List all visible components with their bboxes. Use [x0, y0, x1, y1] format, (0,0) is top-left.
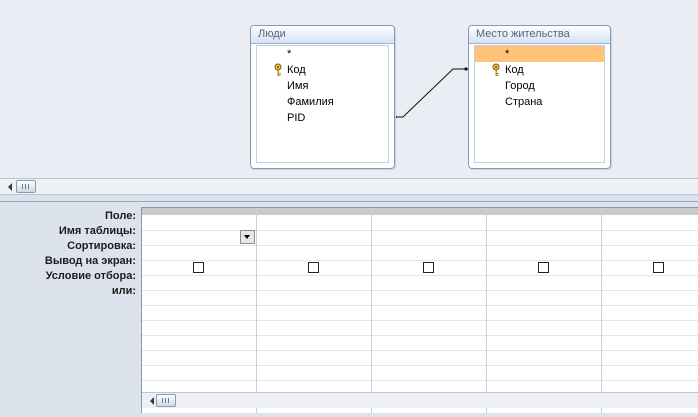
column-selector-bar[interactable]	[142, 208, 698, 215]
row-label-criteria: Условие отбора:	[45, 270, 136, 282]
field-label: Имя	[287, 80, 309, 92]
field-residence-code[interactable]: Код	[475, 62, 604, 78]
table-residence-fields: * Код Город Страна	[474, 45, 605, 163]
field-label: Фамилия	[287, 96, 334, 108]
query-design-grid-pane: Поле: Имя таблицы: Сортировка: Вывод на …	[0, 202, 698, 417]
show-checkbox-col5[interactable]	[653, 262, 664, 273]
scroll-left-arrow-icon[interactable]	[8, 183, 12, 191]
show-checkbox-col2[interactable]	[308, 262, 319, 273]
field-residence-country[interactable]: Страна	[475, 94, 604, 110]
field-label: *	[505, 48, 510, 60]
scrollbar-thumb[interactable]	[16, 180, 36, 193]
table-people-fields: * Код Имя Фамилия PID	[256, 45, 389, 163]
field-residence-city[interactable]: Город	[475, 78, 604, 94]
grid-row-labels: Поле: Имя таблицы: Сортировка: Вывод на …	[0, 209, 136, 299]
field-label: Город	[505, 80, 535, 92]
row-label-or: или:	[111, 285, 136, 297]
scroll-left-arrow-icon[interactable]	[150, 397, 154, 405]
row-label-sort: Сортировка:	[67, 240, 136, 252]
table-residence-title[interactable]: Место жительства	[469, 26, 610, 44]
field-label: Страна	[505, 96, 543, 108]
field-people-code[interactable]: Код	[257, 62, 388, 78]
query-diagram-pane[interactable]: Люди * Код Имя Фамилия PID Место жительс…	[0, 0, 698, 178]
scrollbar-thumb[interactable]	[156, 394, 176, 407]
query-grid[interactable]	[141, 207, 698, 413]
table-residence[interactable]: Место жительства * Код Город Страна	[468, 25, 611, 169]
table-people-title[interactable]: Люди	[251, 26, 394, 44]
show-checkbox-col3[interactable]	[423, 262, 434, 273]
pane-splitter[interactable]	[0, 195, 698, 202]
field-residence-all[interactable]: *	[475, 46, 604, 62]
diagram-horizontal-scrollbar[interactable]	[0, 178, 698, 195]
field-people-pid[interactable]: PID	[257, 110, 388, 126]
show-checkbox-col4[interactable]	[538, 262, 549, 273]
table-people[interactable]: Люди * Код Имя Фамилия PID	[250, 25, 395, 169]
field-label: *	[287, 48, 292, 60]
field-people-name[interactable]: Имя	[257, 78, 388, 94]
primary-key-icon	[492, 63, 500, 76]
field-label: Код	[505, 64, 524, 76]
field-people-surname[interactable]: Фамилия	[257, 94, 388, 110]
grid-horizontal-scrollbar[interactable]	[142, 392, 698, 408]
field-label: PID	[287, 112, 306, 124]
row-label-field: Поле:	[105, 210, 136, 222]
primary-key-icon	[274, 63, 282, 76]
table-name-dropdown-arrow-icon[interactable]	[240, 230, 255, 244]
field-people-all[interactable]: *	[257, 46, 388, 62]
row-label-show: Вывод на экран:	[44, 255, 136, 267]
field-label: Код	[287, 64, 306, 76]
row-label-table-name: Имя таблицы:	[58, 225, 136, 237]
show-checkbox-col1[interactable]	[193, 262, 204, 273]
